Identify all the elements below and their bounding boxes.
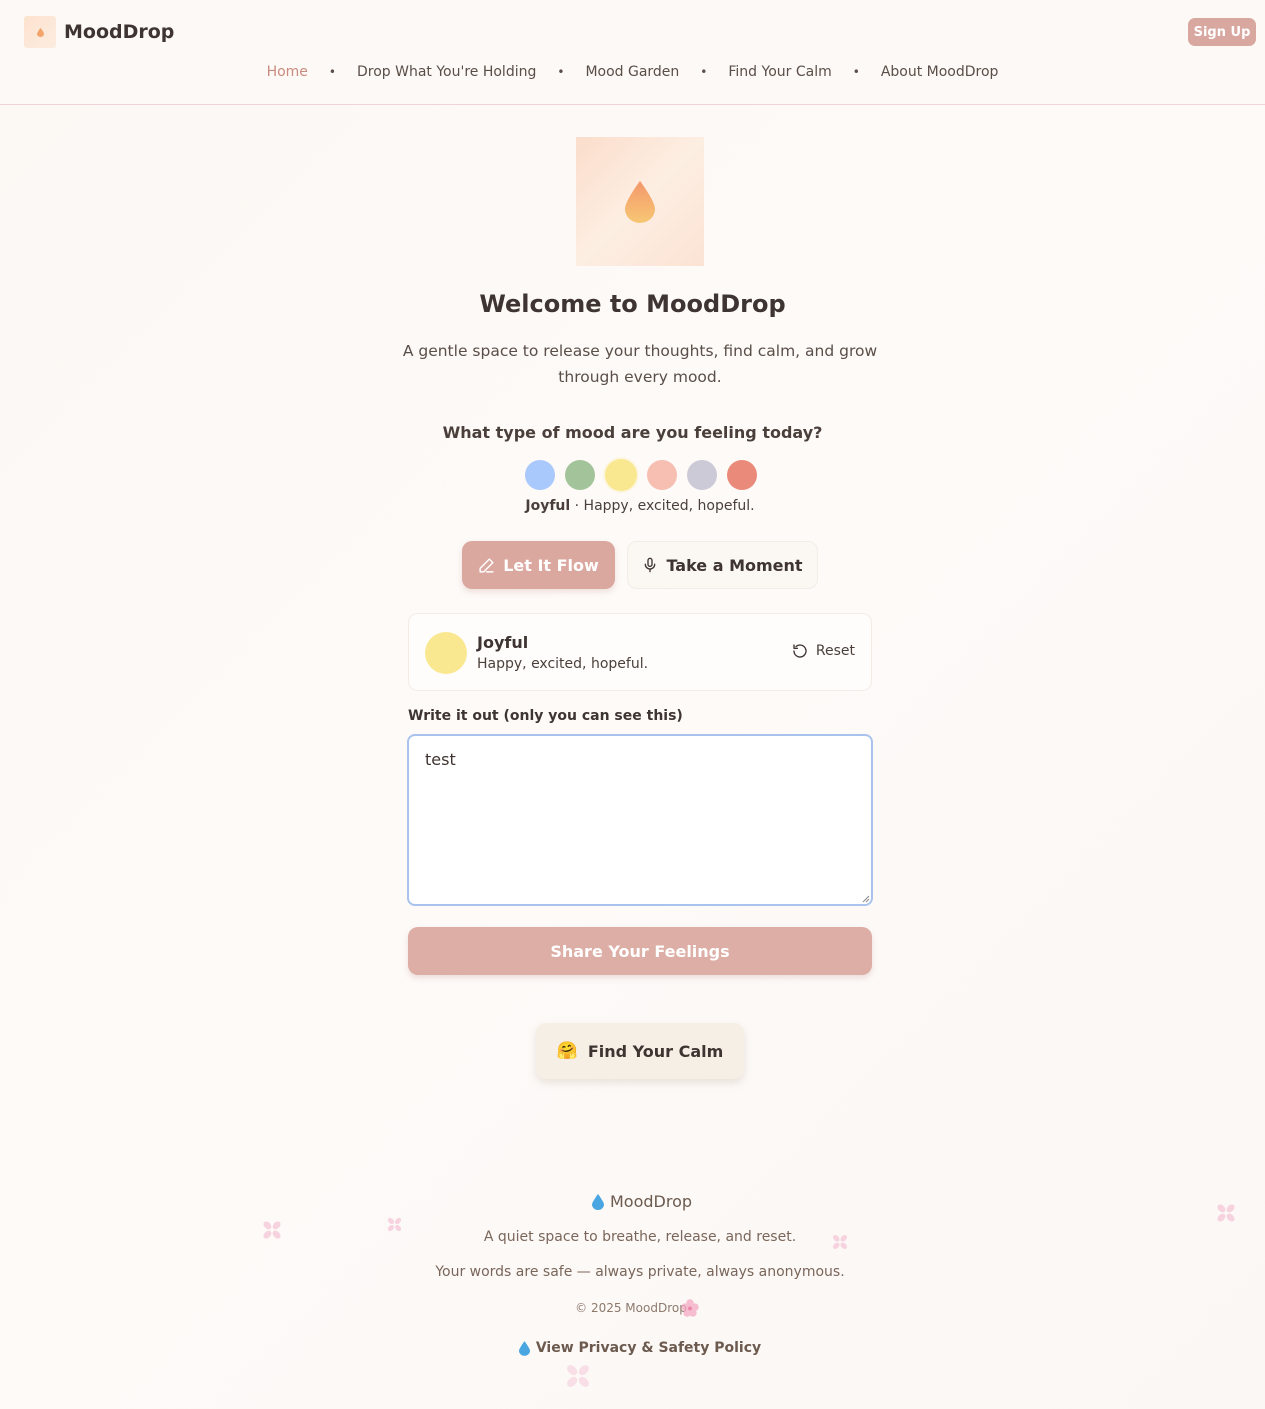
flower-petal-icon bbox=[833, 1235, 847, 1249]
selected-mood-card: Joyful Happy, excited, hopeful. Reset bbox=[408, 613, 872, 691]
nav-drop-what-youre-holding[interactable]: Drop What You're Holding bbox=[357, 64, 536, 80]
page-title: Welcome to MoodDrop bbox=[479, 290, 786, 318]
brand[interactable]: MoodDrop bbox=[24, 16, 174, 48]
nav-separator: • bbox=[852, 65, 860, 79]
water-drop-icon bbox=[518, 1340, 530, 1356]
reset-icon bbox=[793, 644, 807, 658]
microphone-icon bbox=[645, 557, 656, 573]
mood-option-pink[interactable] bbox=[647, 460, 677, 490]
flower-petal-icon bbox=[387, 1217, 402, 1232]
pencil-icon bbox=[479, 557, 494, 573]
mood-color-swatch bbox=[425, 632, 467, 674]
selected-mood-caption: Joyful · Happy, excited, hopeful. bbox=[0, 498, 1265, 514]
nav-mood-garden[interactable]: Mood Garden bbox=[585, 64, 679, 80]
footer-tagline: A quiet space to breathe, release, and r… bbox=[483, 1229, 797, 1245]
feelings-textarea[interactable]: test bbox=[407, 734, 873, 906]
take-a-moment-label: Take a Moment bbox=[666, 555, 803, 575]
flower-petal-icon bbox=[263, 1221, 281, 1239]
footer-brand: MoodDrop bbox=[0, 1192, 1265, 1211]
let-it-flow-label: Let It Flow bbox=[503, 555, 599, 575]
selected-mood-name: Joyful bbox=[525, 498, 571, 514]
mood-card-name: Joyful bbox=[477, 633, 529, 652]
nav-about[interactable]: About MoodDrop bbox=[881, 64, 999, 80]
nav-separator: • bbox=[328, 65, 336, 79]
find-your-calm-button[interactable]: 🤗 Find Your Calm bbox=[536, 1023, 744, 1079]
selected-mood-description: · Happy, excited, hopeful. bbox=[570, 498, 755, 514]
nav-home[interactable]: Home bbox=[267, 64, 308, 80]
mood-option-joyful[interactable] bbox=[605, 459, 637, 491]
brand-name: MoodDrop bbox=[64, 21, 175, 43]
water-drop-icon bbox=[591, 1193, 604, 1210]
cherry-blossom-icon bbox=[681, 1299, 699, 1317]
mood-card-description: Happy, excited, hopeful. bbox=[477, 656, 649, 672]
privacy-policy-link[interactable]: View Privacy & Safety Policy bbox=[0, 1340, 1265, 1356]
flower-petal-icon bbox=[567, 1365, 589, 1387]
privacy-policy-label: View Privacy & Safety Policy bbox=[535, 1340, 762, 1356]
brand-logo-icon bbox=[24, 16, 56, 48]
sign-up-button[interactable]: Sign Up bbox=[1188, 18, 1256, 46]
mood-option-red[interactable] bbox=[727, 460, 757, 490]
take-a-moment-button[interactable]: Take a Moment bbox=[627, 541, 818, 589]
mood-option-calm-blue[interactable] bbox=[525, 460, 555, 490]
entry-label: Write it out (only you can see this) bbox=[408, 708, 683, 724]
main-nav: Home • Drop What You're Holding • Mood G… bbox=[0, 64, 1265, 80]
resize-grip-icon[interactable] bbox=[862, 895, 870, 903]
hugging-face-icon: 🤗 bbox=[556, 1041, 578, 1061]
hero-drop-image bbox=[576, 137, 704, 266]
mood-question: What type of mood are you feeling today? bbox=[442, 423, 823, 442]
mood-selector bbox=[525, 459, 767, 491]
share-feelings-button[interactable]: Share Your Feelings bbox=[408, 927, 872, 975]
nav-separator: • bbox=[700, 65, 708, 79]
mood-option-grey[interactable] bbox=[687, 460, 717, 490]
reset-button[interactable]: Reset bbox=[792, 643, 855, 659]
nav-separator: • bbox=[557, 65, 565, 79]
footer-brand-name: MoodDrop bbox=[609, 1192, 693, 1211]
footer-privacy-note: Your words are safe — always private, al… bbox=[435, 1264, 845, 1280]
copyright: © 2025 MoodDrop bbox=[575, 1301, 687, 1315]
nav-find-your-calm[interactable]: Find Your Calm bbox=[728, 64, 831, 80]
find-your-calm-label: Find Your Calm bbox=[587, 1041, 724, 1061]
mood-option-green[interactable] bbox=[565, 460, 595, 490]
site-header: MoodDrop Sign Up Home • Drop What You're… bbox=[0, 0, 1265, 105]
let-it-flow-button[interactable]: Let It Flow bbox=[462, 541, 615, 589]
flower-petal-icon bbox=[1217, 1204, 1235, 1222]
hero-subtitle: A gentle space to release your thoughts,… bbox=[402, 342, 878, 386]
reset-label: Reset bbox=[815, 643, 855, 659]
droplet-icon bbox=[625, 180, 655, 223]
